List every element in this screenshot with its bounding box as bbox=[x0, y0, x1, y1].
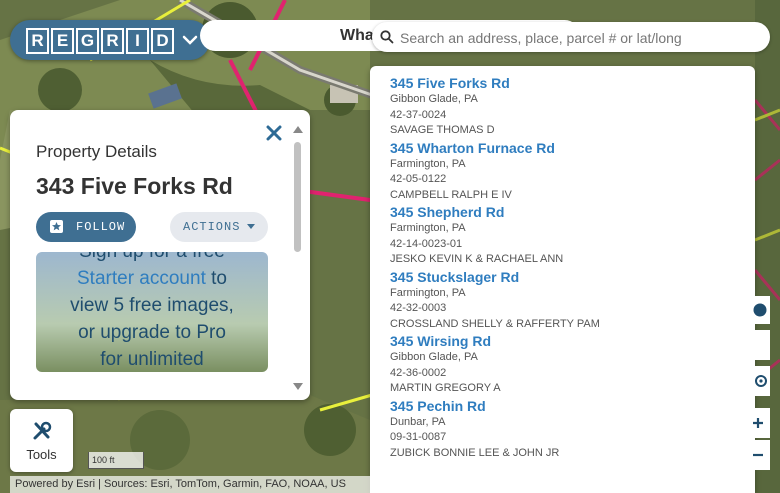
search-input[interactable] bbox=[398, 26, 762, 50]
upgrade-promo: Sign up for a free Starter account to vi… bbox=[36, 252, 268, 372]
result-parcel: 42-14-0023-01 bbox=[390, 237, 463, 250]
promo-text: Sign up for a free Starter account to vi… bbox=[36, 252, 268, 372]
zoom-out-icon bbox=[753, 453, 763, 457]
result-place: Dunbar, PA bbox=[390, 415, 446, 428]
follow-label: FOLLOW bbox=[76, 220, 126, 234]
promo-line: Sign up for a free bbox=[36, 252, 268, 265]
attribution-text: Powered by Esri | Sources: Esri, TomTom,… bbox=[15, 478, 346, 490]
zoom-in-icon bbox=[753, 418, 763, 428]
search-result-item[interactable]: 345 Pechin Rd Dunbar, PA 09-31-0087 ZUBI… bbox=[370, 389, 755, 459]
search-icon bbox=[380, 30, 394, 44]
tools-label: Tools bbox=[26, 447, 57, 462]
result-address: 345 Five Forks Rd bbox=[390, 75, 510, 91]
help-button[interactable] bbox=[753, 296, 770, 324]
promo-line: or upgrade to Pro bbox=[78, 322, 226, 343]
brand-letter: R bbox=[26, 28, 49, 54]
property-details-panel: Property Details 343 Five Forks Rd FOLLO… bbox=[10, 110, 310, 400]
result-place: Farmington, PA bbox=[390, 286, 466, 299]
result-place: Farmington, PA bbox=[390, 222, 466, 235]
result-address: 345 Shepherd Rd bbox=[390, 204, 505, 221]
scroll-thumb[interactable] bbox=[294, 142, 301, 252]
result-address: 345 Wirsing Rd bbox=[390, 333, 492, 350]
result-place: Gibbon Glade, PA bbox=[390, 93, 478, 105]
search-result-item[interactable]: 345 Shepherd Rd Farmington, PA 42-14-002… bbox=[370, 195, 755, 265]
scale-bar: 100 ft bbox=[88, 452, 144, 469]
follow-button[interactable]: FOLLOW bbox=[36, 212, 136, 242]
result-parcel: 09-31-0087 bbox=[390, 431, 447, 444]
result-place: Gibbon Glade, PA bbox=[390, 351, 478, 364]
tools-icon bbox=[33, 421, 52, 440]
locate-button[interactable] bbox=[755, 366, 770, 396]
search-result-item[interactable]: 345 Wirsing Rd Gibbon Glade, PA 42-36-00… bbox=[370, 324, 755, 394]
target-icon bbox=[755, 375, 767, 387]
brand-letter: G bbox=[76, 28, 99, 54]
close-icon[interactable] bbox=[266, 125, 282, 141]
zoom-out-button[interactable] bbox=[753, 440, 770, 470]
brand-menu-button[interactable]: R E G R I D bbox=[10, 20, 210, 60]
scroll-down-icon[interactable] bbox=[293, 383, 303, 390]
result-parcel: 42-05-0122 bbox=[390, 173, 447, 186]
brand-logo: R E G R I D bbox=[26, 28, 174, 54]
promo-line: view 5 free images, bbox=[70, 295, 234, 316]
promo-word: to bbox=[211, 268, 227, 289]
map-3d-button[interactable] bbox=[755, 330, 770, 360]
search-bar[interactable] bbox=[372, 22, 770, 52]
star-icon bbox=[50, 220, 63, 233]
zoom-in-button[interactable] bbox=[753, 408, 770, 438]
brand-letter: I bbox=[126, 28, 149, 54]
promo-line: for unlimited bbox=[100, 349, 204, 370]
scale-label: 100 ft bbox=[92, 455, 115, 465]
actions-label: ACTIONS bbox=[183, 220, 241, 234]
search-results-list: 345 Five Forks Rd Gibbon Glade, PA 42-37… bbox=[370, 66, 755, 493]
brand-letter: D bbox=[151, 28, 174, 54]
actions-dropdown[interactable]: ACTIONS bbox=[170, 212, 268, 242]
search-result-item[interactable]: 345 Wharton Furnace Rd Farmington, PA 42… bbox=[370, 131, 755, 201]
scroll-up-icon[interactable] bbox=[293, 126, 303, 133]
help-icon bbox=[753, 303, 767, 317]
tools-button[interactable]: Tools bbox=[10, 409, 73, 472]
brand-letter: E bbox=[51, 28, 74, 54]
result-parcel: 42-36-0002 bbox=[390, 366, 447, 379]
result-address: 345 Stuckslager Rd bbox=[390, 268, 520, 285]
search-result-item[interactable]: 345 Stuckslager Rd Farmington, PA 42-32-… bbox=[370, 260, 755, 330]
result-address: 345 Pechin Rd bbox=[390, 397, 486, 414]
search-result-item[interactable]: 345 Five Forks Rd Gibbon Glade, PA 42-37… bbox=[370, 66, 755, 136]
panel-scrollbar[interactable] bbox=[293, 126, 303, 390]
result-owner: ZUBICK BONNIE LEE & JOHN JR bbox=[390, 446, 560, 459]
result-parcel: 42-32-0003 bbox=[390, 302, 447, 315]
map-attribution: Powered by Esri | Sources: Esri, TomTom,… bbox=[10, 476, 372, 493]
chevron-down-icon bbox=[182, 35, 198, 45]
promo-line-with-link: Starter account to bbox=[36, 265, 268, 292]
result-address: 345 Wharton Furnace Rd bbox=[390, 139, 555, 156]
result-parcel: 42-37-0024 bbox=[390, 108, 447, 121]
starter-account-link[interactable]: Starter account bbox=[77, 268, 206, 289]
property-title: 343 Five Forks Rd bbox=[36, 173, 233, 199]
caret-down-icon bbox=[247, 224, 255, 229]
panel-label: Property Details bbox=[36, 142, 157, 161]
brand-letter: R bbox=[101, 28, 124, 54]
result-place: Farmington, PA bbox=[390, 157, 466, 170]
